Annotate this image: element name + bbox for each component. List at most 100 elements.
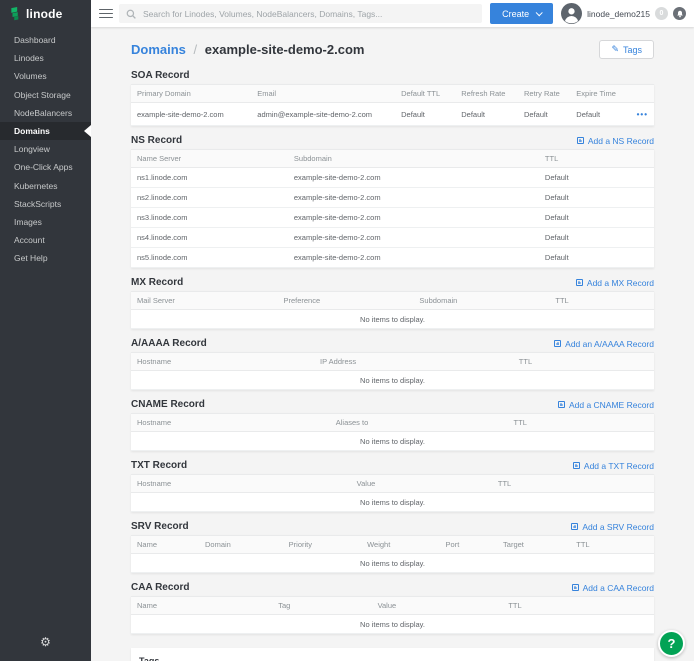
add-mx-record-button[interactable]: Add a MX Record <box>576 278 654 288</box>
mx-header-row: Mail Server Preference Subdomain TTL <box>131 292 654 310</box>
add-srv-record-button[interactable]: Add a SRV Record <box>571 522 654 532</box>
caa-section-title: CAA Record <box>131 582 190 593</box>
cname-table: Hostname Aliases to TTL No items to disp… <box>131 413 654 451</box>
chevron-down-icon <box>536 9 543 16</box>
empty-row: No items to display. <box>131 371 654 390</box>
a-aaaa-record-section: A/AAAA Record Add an A/AAAA Record Hostn… <box>131 334 654 390</box>
sidebar-item-dashboard[interactable]: Dashboard <box>0 31 91 49</box>
pencil-icon: ✎ <box>611 44 619 55</box>
add-icon <box>554 340 561 347</box>
notifications-bell-icon[interactable] <box>673 7 686 20</box>
soa-actions-menu-icon[interactable]: ••• <box>628 103 654 126</box>
global-search <box>119 4 482 23</box>
soa-row: example-site-demo-2.com admin@example-si… <box>131 103 654 126</box>
ns-table: Name Server Subdomain TTL ns1.linode.com… <box>131 149 654 268</box>
caa-header-row: Name Tag Value TTL <box>131 597 654 615</box>
tags-panel-title: Tags <box>139 656 646 661</box>
soa-table: Primary Domain Email Default TTL Refresh… <box>131 84 654 126</box>
page-title: example-site-demo-2.com <box>205 42 365 57</box>
search-input[interactable] <box>141 8 475 20</box>
edit-tags-button[interactable]: ✎ Tags <box>599 40 654 59</box>
ns-row: ns4.linode.comexample-site-demo-2.comDef… <box>131 228 654 248</box>
a-aaaa-section-title: A/AAAA Record <box>131 338 207 349</box>
help-button[interactable]: ? <box>658 630 685 657</box>
sidebar-item-account[interactable]: Account <box>0 231 91 249</box>
soa-record-section: SOA Record Primary Domain Email Default … <box>131 66 654 126</box>
cname-header-row: Hostname Aliases to TTL <box>131 414 654 432</box>
srv-header-row: Name Domain Priority Weight Port Target … <box>131 536 654 554</box>
sidebar-item-object-storage[interactable]: Object Storage <box>0 86 91 104</box>
add-icon <box>571 523 578 530</box>
sidebar-item-images[interactable]: Images <box>0 213 91 231</box>
soa-header-row: Primary Domain Email Default TTL Refresh… <box>131 85 654 103</box>
logo-wordmark: linode <box>26 7 63 21</box>
srv-record-section: SRV Record Add a SRV Record Name Domain … <box>131 517 654 573</box>
add-icon <box>576 279 583 286</box>
cname-section-title: CNAME Record <box>131 399 205 410</box>
settings-gear-icon[interactable]: ⚙ <box>0 635 91 649</box>
sidebar-item-longview[interactable]: Longview <box>0 140 91 158</box>
sidebar-item-volumes[interactable]: Volumes <box>0 67 91 85</box>
ns-row: ns2.linode.comexample-site-demo-2.comDef… <box>131 188 654 208</box>
ns-row: ns1.linode.comexample-site-demo-2.comDef… <box>131 168 654 188</box>
caa-table: Name Tag Value TTL No items to display. <box>131 596 654 634</box>
sidebar-item-kubernetes[interactable]: Kubernetes <box>0 177 91 195</box>
sidebar-item-stackscripts[interactable]: StackScripts <box>0 195 91 213</box>
add-ns-record-button[interactable]: Add a NS Record <box>577 136 654 146</box>
user-area: linode_demo215 0 <box>561 3 686 24</box>
a-aaaa-table: Hostname IP Address TTL No items to disp… <box>131 352 654 390</box>
notification-count-badge: 0 <box>655 7 668 20</box>
sidebar-item-one-click-apps[interactable]: One-Click Apps <box>0 158 91 176</box>
search-icon <box>126 9 136 19</box>
sidebar-item-linodes[interactable]: Linodes <box>0 49 91 67</box>
ns-row: ns3.linode.comexample-site-demo-2.comDef… <box>131 208 654 228</box>
add-icon <box>558 401 565 408</box>
breadcrumb-separator: / <box>194 42 198 57</box>
add-cname-record-button[interactable]: Add a CNAME Record <box>558 400 654 410</box>
breadcrumb-domains-link[interactable]: Domains <box>131 42 186 57</box>
sidebar-item-get-help[interactable]: Get Help <box>0 249 91 267</box>
a-aaaa-header-row: Hostname IP Address TTL <box>131 353 654 371</box>
add-txt-record-button[interactable]: Add a TXT Record <box>573 461 654 471</box>
soa-primary-domain: example-site-demo-2.com <box>131 103 251 126</box>
add-a-aaaa-record-button[interactable]: Add an A/AAAA Record <box>554 339 654 349</box>
sidebar: linode Dashboard Linodes Volumes Object … <box>0 0 91 661</box>
mx-table: Mail Server Preference Subdomain TTL No … <box>131 291 654 329</box>
linode-logo-icon <box>10 7 22 21</box>
empty-row: No items to display. <box>131 310 654 329</box>
ns-header-row: Name Server Subdomain TTL <box>131 150 654 168</box>
sidebar-item-nodebalancers[interactable]: NodeBalancers <box>0 104 91 122</box>
linode-logo[interactable]: linode <box>0 0 91 27</box>
empty-row: No items to display. <box>131 432 654 451</box>
txt-section-title: TXT Record <box>131 460 187 471</box>
hamburger-menu-icon[interactable] <box>99 6 113 20</box>
username[interactable]: linode_demo215 <box>587 9 650 19</box>
cname-record-section: CNAME Record Add a CNAME Record Hostname… <box>131 395 654 451</box>
active-item-arrow <box>84 125 91 137</box>
create-button[interactable]: Create <box>490 3 553 24</box>
txt-table: Hostname Value TTL No items to display. <box>131 474 654 512</box>
top-bar: Create linode_demo215 0 <box>91 0 694 27</box>
srv-section-title: SRV Record <box>131 521 189 532</box>
add-icon <box>572 584 579 591</box>
mx-section-title: MX Record <box>131 277 183 288</box>
soa-section-title: SOA Record <box>131 70 190 81</box>
txt-header-row: Hostname Value TTL <box>131 475 654 493</box>
add-icon <box>577 137 584 144</box>
ns-record-section: NS Record Add a NS Record Name Server Su… <box>131 131 654 268</box>
srv-table: Name Domain Priority Weight Port Target … <box>131 535 654 573</box>
add-caa-record-button[interactable]: Add a CAA Record <box>572 583 654 593</box>
empty-row: No items to display. <box>131 615 654 634</box>
sidebar-nav: Dashboard Linodes Volumes Object Storage… <box>0 27 91 267</box>
ns-row: ns5.linode.comexample-site-demo-2.comDef… <box>131 248 654 268</box>
breadcrumb: Domains / example-site-demo-2.com <box>131 42 364 57</box>
empty-row: No items to display. <box>131 554 654 573</box>
tags-panel: Tags + Add New Tag <box>131 648 654 661</box>
add-icon <box>573 462 580 469</box>
mx-record-section: MX Record Add a MX Record Mail Server Pr… <box>131 273 654 329</box>
txt-record-section: TXT Record Add a TXT Record Hostname Val… <box>131 456 654 512</box>
sidebar-item-domains[interactable]: Domains <box>0 122 91 140</box>
avatar[interactable] <box>561 3 582 24</box>
ns-section-title: NS Record <box>131 135 182 146</box>
main-area: Domains / example-site-demo-2.com ✎ Tags… <box>91 0 694 661</box>
